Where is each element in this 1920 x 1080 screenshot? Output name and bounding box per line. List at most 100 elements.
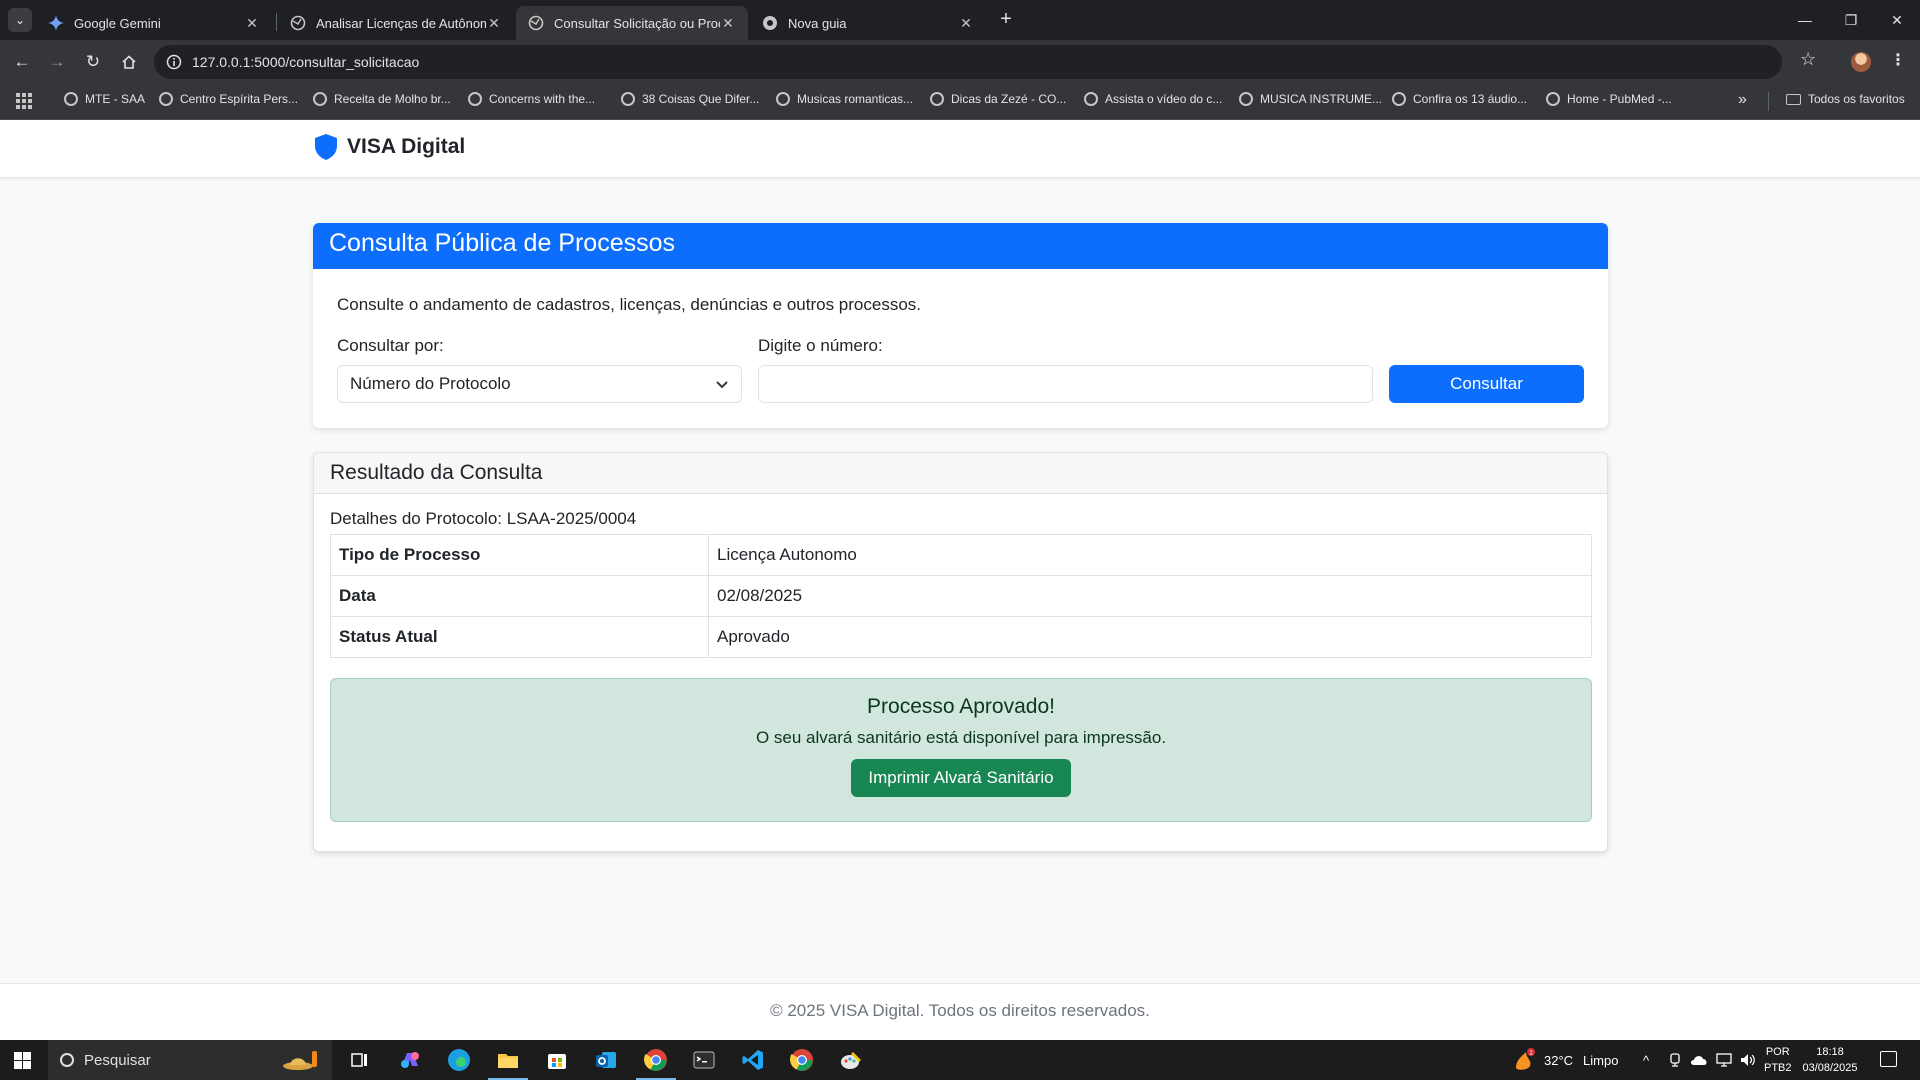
- globe-icon: [159, 92, 173, 106]
- clock-date: 03/08/2025: [1802, 1062, 1858, 1074]
- details-table: Tipo de Processo Licença Autonomo Data 0…: [330, 534, 1592, 658]
- bookmark-item[interactable]: Confira os 13 áudio...: [1392, 92, 1527, 106]
- minimize-icon[interactable]: —: [1782, 0, 1828, 40]
- bookmark-item[interactable]: 38 Coisas Que Difer...: [621, 92, 759, 106]
- home-icon[interactable]: [115, 48, 143, 76]
- profile-avatar[interactable]: [1851, 52, 1871, 72]
- table-row: Data 02/08/2025: [330, 575, 1592, 617]
- row-key: Status Atual: [330, 616, 709, 658]
- row-key: Tipo de Processo: [330, 534, 709, 576]
- file-explorer-icon[interactable]: [488, 1048, 528, 1080]
- taskbar-search[interactable]: Pesquisar: [48, 1040, 332, 1080]
- search-card-lead: Consulte o andamento de cadastros, licen…: [337, 295, 922, 314]
- windows-taskbar: Pesquisar 1 32°C Limpo ^ POR PTB2 18:18 …: [0, 1040, 1920, 1080]
- tab-search-button[interactable]: ⌄: [8, 8, 32, 32]
- vscode-icon[interactable]: [741, 1048, 765, 1072]
- close-window-icon[interactable]: ✕: [1874, 0, 1920, 40]
- close-tab-icon[interactable]: ✕: [958, 15, 974, 32]
- consultar-por-select[interactable]: Número do Protocolo: [337, 365, 742, 403]
- numero-input[interactable]: [758, 365, 1373, 403]
- new-tab-button[interactable]: +: [994, 8, 1018, 32]
- search-icon: [60, 1053, 74, 1067]
- print-alvara-button[interactable]: Imprimir Alvará Sanitário: [851, 759, 1071, 797]
- volume-icon[interactable]: [1740, 1040, 1756, 1080]
- bookmark-star-icon[interactable]: ☆: [1800, 49, 1816, 70]
- edge-icon[interactable]: [447, 1048, 471, 1072]
- url-text: 127.0.0.1:5000/consultar_solicitacao: [192, 54, 420, 70]
- system-clock[interactable]: 18:18 03/08/2025: [1800, 1044, 1860, 1076]
- back-icon[interactable]: ←: [8, 48, 36, 76]
- row-value: Licença Autonomo: [708, 534, 1592, 576]
- brand-link[interactable]: VISA Digital: [315, 134, 465, 160]
- copilot-icon[interactable]: [398, 1048, 422, 1072]
- globe-icon: [468, 92, 482, 106]
- tab-nova-guia[interactable]: Nova guia ✕: [750, 6, 986, 40]
- restore-icon[interactable]: ❐: [1828, 0, 1874, 40]
- all-bookmarks-folder[interactable]: Todos os favoritos: [1786, 92, 1905, 106]
- bookmark-item[interactable]: Assista o vídeo do c...: [1084, 92, 1222, 106]
- search-card: Consulta Pública de Processos Consulte o…: [313, 223, 1608, 428]
- row-value: 02/08/2025: [708, 575, 1592, 617]
- paint-icon[interactable]: [839, 1048, 863, 1072]
- clock-time: 18:18: [1816, 1046, 1844, 1058]
- task-view-icon[interactable]: [348, 1048, 372, 1072]
- bookmark-item[interactable]: Musicas romanticas...: [776, 92, 913, 106]
- more-bookmarks-icon[interactable]: »: [1738, 91, 1747, 109]
- globe-icon: [1084, 92, 1098, 106]
- bookmark-item[interactable]: Dicas da Zezé - CO...: [930, 92, 1066, 106]
- browser-tab-bar: ⌄ Google Gemini ✕ Analisar Licenças de A…: [0, 0, 1920, 40]
- bookmark-item[interactable]: Centro Espírita Pers...: [159, 92, 298, 106]
- browser-toolbar: ← → ↻ 127.0.0.1:5000/consultar_solicitac…: [0, 40, 1920, 83]
- result-card: Resultado da Consulta Detalhes do Protoc…: [313, 452, 1608, 852]
- notifications-icon[interactable]: [1880, 1051, 1897, 1067]
- tab-title: Google Gemini: [74, 15, 161, 31]
- shield-icon: [315, 134, 337, 160]
- gemini-icon: [48, 15, 64, 31]
- apps-grid-icon[interactable]: [16, 93, 32, 109]
- reload-icon[interactable]: ↻: [79, 48, 107, 76]
- brand-name: VISA Digital: [347, 135, 466, 158]
- bookmark-item[interactable]: Receita de Molho br...: [313, 92, 451, 106]
- chrome-profile-icon[interactable]: [790, 1048, 814, 1072]
- approved-alert: Processo Aprovado! O seu alvará sanitári…: [330, 678, 1592, 822]
- tab-google-gemini[interactable]: Google Gemini ✕: [36, 6, 272, 40]
- store-icon[interactable]: [545, 1048, 569, 1072]
- windows-start-icon[interactable]: [14, 1052, 31, 1069]
- network-icon[interactable]: [1716, 1040, 1732, 1080]
- browser-menu-icon[interactable]: ⋮: [1890, 50, 1906, 70]
- bookmark-item[interactable]: Home - PubMed -...: [1546, 92, 1672, 106]
- alert-message: O seu alvará sanitário está disponível p…: [755, 728, 1167, 747]
- page-content: VISA Digital Consulta Pública de Process…: [0, 120, 1920, 1040]
- bookmark-item[interactable]: Concerns with the...: [468, 92, 595, 106]
- site-navbar: VISA Digital: [0, 120, 1920, 178]
- site-info-icon[interactable]: [166, 54, 182, 70]
- show-hidden-icons[interactable]: ^: [1643, 1040, 1649, 1080]
- chrome-icon: [762, 15, 778, 31]
- address-bar[interactable]: 127.0.0.1:5000/consultar_solicitacao: [154, 45, 1782, 79]
- tab-analisar-licencas[interactable]: Analisar Licenças de Autônomo ✕: [278, 6, 514, 40]
- globe-icon: [1239, 92, 1253, 106]
- chrome-icon[interactable]: [636, 1048, 676, 1080]
- search-highlight-icon: [283, 1051, 317, 1070]
- globe-icon: [290, 15, 306, 31]
- bookmark-item[interactable]: MTE - SAA: [64, 92, 145, 106]
- language-indicator[interactable]: POR PTB2: [1764, 1044, 1792, 1076]
- outlook-icon[interactable]: [594, 1048, 618, 1072]
- forward-icon[interactable]: →: [43, 48, 71, 76]
- weather-widget[interactable]: 1 32°C Limpo: [1512, 1040, 1618, 1080]
- weather-icon: 1: [1516, 1048, 1535, 1070]
- tab-title: Nova guia: [788, 15, 847, 31]
- close-tab-icon[interactable]: ✕: [486, 15, 502, 32]
- bookmark-item[interactable]: MUSICA INSTRUME...: [1239, 92, 1382, 106]
- onedrive-icon[interactable]: [1690, 1040, 1708, 1080]
- globe-icon: [64, 92, 78, 106]
- close-tab-icon[interactable]: ✕: [244, 15, 260, 32]
- chevron-down-icon: [716, 381, 728, 389]
- row-value: Aprovado: [708, 616, 1592, 658]
- close-tab-icon[interactable]: ✕: [720, 15, 736, 32]
- terminal-icon[interactable]: [692, 1048, 716, 1072]
- consultar-button[interactable]: Consultar: [1389, 365, 1584, 403]
- protocol-line: Detalhes do Protocolo: LSAA-2025/0004: [330, 509, 637, 528]
- meet-now-icon[interactable]: [1668, 1040, 1682, 1080]
- tab-consultar-solicitacao[interactable]: Consultar Solicitação ou Proces ✕: [516, 6, 748, 40]
